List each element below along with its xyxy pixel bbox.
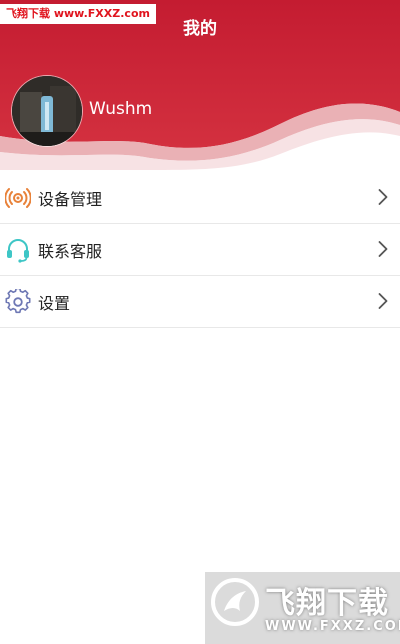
menu-item-device-management[interactable]: 设备管理: [0, 172, 400, 224]
username: Wushm: [89, 99, 153, 119]
watermark-brand: 飞翔下载: [265, 586, 389, 621]
watermark-url: WWW.FXXZ.COM: [265, 619, 400, 634]
page-title: 我的: [183, 19, 217, 39]
device-signal-icon: [5, 185, 31, 211]
menu-item-settings[interactable]: 设置: [0, 276, 400, 328]
menu-item-customer-service[interactable]: 联系客服: [0, 224, 400, 276]
menu-list: 设备管理 联系客服 设置: [0, 172, 400, 328]
menu-label-settings: 设置: [38, 293, 71, 313]
avatar-photo: [12, 76, 82, 146]
menu-label-device-management: 设备管理: [38, 189, 103, 209]
chevron-right-icon: [378, 189, 388, 205]
watermark-logo-icon: [211, 578, 259, 626]
avatar[interactable]: [12, 76, 82, 146]
menu-label-customer-service: 联系客服: [38, 241, 103, 261]
watermark-bottom: 飞翔下载 WWW.FXXZ.COM: [205, 572, 400, 644]
chevron-right-icon: [378, 293, 388, 309]
gear-icon: [5, 288, 31, 315]
headset-icon: [5, 237, 31, 263]
chevron-right-icon: [378, 241, 388, 257]
